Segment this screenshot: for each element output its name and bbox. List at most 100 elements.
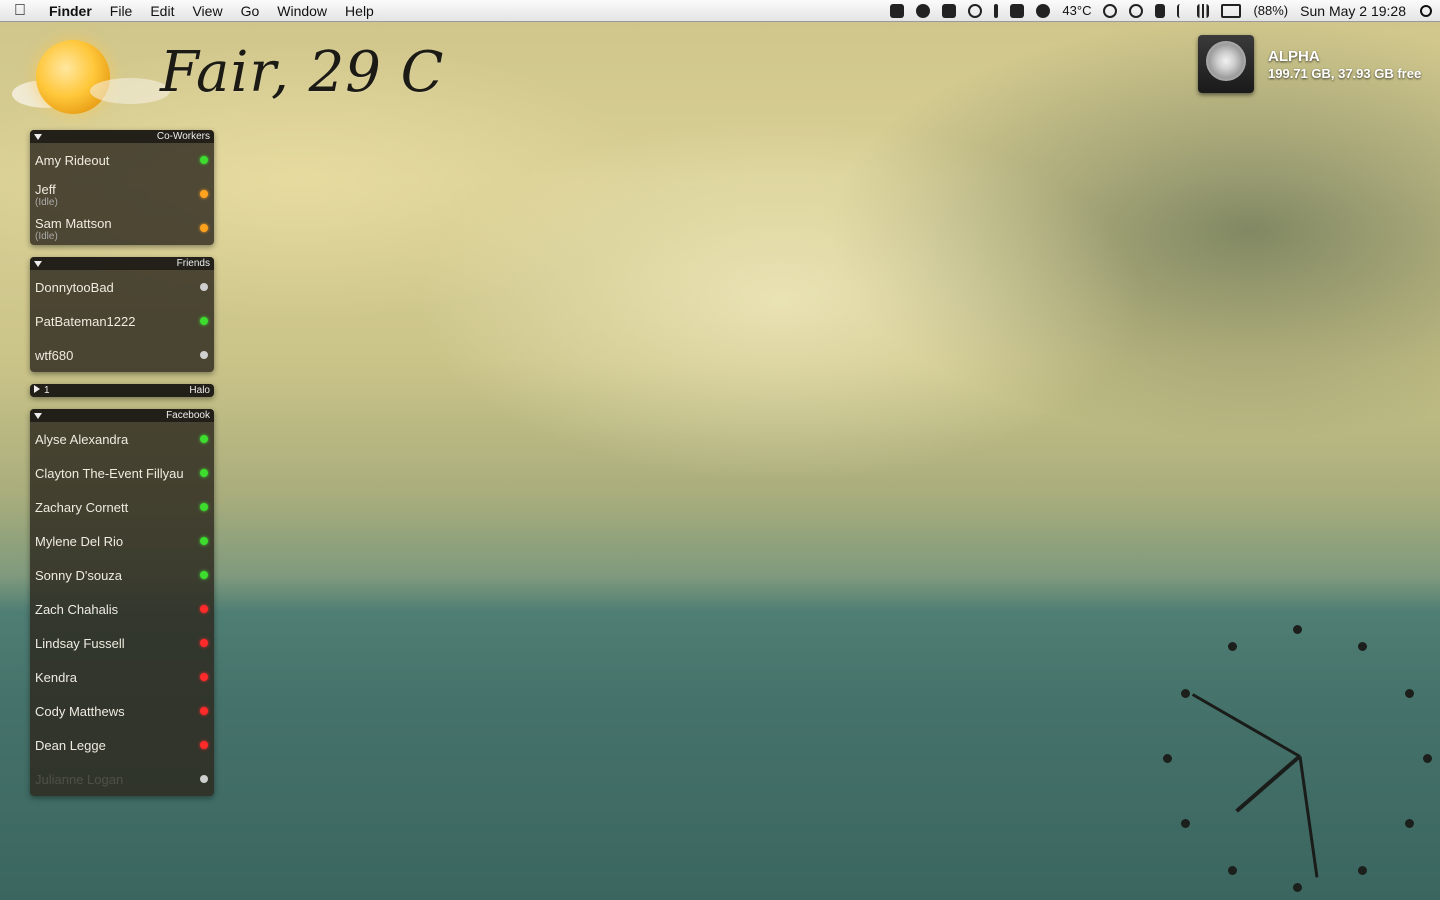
buddy-row[interactable]: Jeff (Idle)	[30, 177, 214, 211]
status-dot-available	[200, 435, 208, 443]
buddy-name: Zachary Cornett	[35, 500, 129, 515]
buddy-row[interactable]: PatBateman1222	[30, 304, 214, 338]
hour-marker	[1358, 642, 1367, 651]
status-dot-away	[200, 673, 208, 681]
menu-edit[interactable]: Edit	[141, 0, 183, 22]
menu-clock[interactable]: Sun May 2 19:28	[1300, 3, 1406, 19]
hour-marker	[1358, 866, 1367, 875]
disclosure-triangle-icon[interactable]	[34, 260, 42, 267]
group-header-friends[interactable]: Friends	[30, 257, 214, 270]
hour-marker	[1181, 819, 1190, 828]
buddy-name: Amy Rideout	[35, 153, 110, 168]
buddy-status-text: (Idle)	[35, 197, 58, 208]
buddy-row[interactable]: Kendra	[30, 660, 214, 694]
cloud-icon[interactable]	[1036, 3, 1051, 18]
group-count: 1	[44, 385, 50, 396]
menu-view[interactable]: View	[183, 0, 231, 22]
buddy-row[interactable]: wtf680	[30, 338, 214, 372]
status-dot-idle	[200, 190, 208, 198]
hour-marker	[1228, 642, 1237, 651]
hour-marker	[1293, 883, 1302, 892]
buddy-row[interactable]: Zach Chahalis	[30, 592, 214, 626]
weather-conditions: Fair, 29 C	[160, 40, 445, 105]
menu-bar-status: 43°C (88%) Sun May 2 19:28	[884, 0, 1440, 22]
group-title: Halo	[189, 385, 210, 396]
second-hand	[1298, 756, 1319, 878]
menu-window[interactable]: Window	[268, 0, 336, 22]
buddy-row[interactable]: Alyse Alexandra	[30, 422, 214, 456]
hour-marker	[1405, 819, 1414, 828]
status-dot-away	[200, 605, 208, 613]
status-dot-offline	[200, 775, 208, 783]
dropbox-icon[interactable]	[942, 3, 957, 18]
volume-icon[interactable]	[1155, 3, 1166, 18]
spotlight-icon[interactable]	[1420, 4, 1432, 17]
buddy-row[interactable]: Julianne Logan	[30, 762, 214, 796]
battery-icon[interactable]	[1221, 3, 1242, 18]
buddy-name: wtf680	[35, 348, 74, 363]
group-title: Facebook	[166, 410, 210, 421]
buddy-row[interactable]: Amy Rideout	[30, 143, 214, 177]
disclosure-triangle-icon[interactable]	[34, 385, 40, 393]
bluetooth-icon[interactable]	[1177, 3, 1185, 18]
status-dot-available	[200, 156, 208, 164]
menu-help[interactable]: Help	[336, 0, 383, 22]
buddy-name: Sam Mattson	[35, 216, 112, 231]
adium-icon[interactable]	[916, 3, 931, 18]
minute-hand	[1191, 693, 1301, 758]
menu-bar:  Finder File Edit View Go Window Help 4…	[0, 0, 1440, 22]
buddy-row[interactable]: DonnytooBad	[30, 270, 214, 304]
buddy-row[interactable]: Mylene Del Rio	[30, 524, 214, 558]
battery-percent[interactable]: (88%)	[1253, 3, 1288, 18]
menu-file[interactable]: File	[101, 0, 142, 22]
package-icon[interactable]	[1010, 3, 1025, 18]
sun-icon	[36, 40, 110, 114]
buddy-name: Dean Legge	[35, 738, 106, 753]
buddy-name: Lindsay Fussell	[35, 636, 125, 651]
buddy-row[interactable]: Cody Matthews	[30, 694, 214, 728]
cloud-puff	[90, 78, 170, 104]
time-machine-icon[interactable]	[1129, 3, 1144, 18]
buddy-name: Alyse Alexandra	[35, 432, 129, 447]
buddy-row[interactable]: Sam Mattson (Idle)	[30, 211, 214, 245]
hour-marker	[1405, 689, 1414, 698]
group-title: Friends	[176, 258, 210, 269]
buddy-row[interactable]: Sonny D'souza	[30, 558, 214, 592]
status-dot-away	[200, 639, 208, 647]
group-header-coworkers[interactable]: Co-Workers	[30, 130, 214, 143]
disclosure-triangle-icon[interactable]	[34, 133, 42, 140]
status-dot-away	[200, 707, 208, 715]
apple-icon[interactable]: 	[0, 2, 40, 20]
buddy-row[interactable]: Dean Legge	[30, 728, 214, 762]
hour-marker	[1293, 625, 1302, 634]
group-header-facebook[interactable]: Facebook	[30, 409, 214, 422]
status-dot-offline	[200, 283, 208, 291]
signal-icon[interactable]	[1197, 3, 1210, 18]
buddy-name: Sonny D'souza	[35, 568, 123, 583]
buddy-group-friends: Friends DonnytooBad PatBateman1222 wtf68…	[30, 257, 214, 372]
buddy-row[interactable]: Clayton The-Event Fillyau	[30, 456, 214, 490]
alarm-clock-icon[interactable]	[968, 3, 983, 18]
app-status-icon[interactable]	[890, 3, 905, 18]
hour-marker	[1228, 866, 1237, 875]
sync-icon[interactable]	[1103, 3, 1118, 18]
buddy-row[interactable]: Zachary Cornett	[30, 490, 214, 524]
buddy-group-halo: 1 Halo	[30, 384, 214, 397]
buddy-name: DonnytooBad	[35, 280, 114, 295]
buddy-name: PatBateman1222	[35, 314, 136, 329]
buddy-name: Zach Chahalis	[35, 602, 119, 617]
group-header-halo[interactable]: 1 Halo	[30, 384, 214, 397]
buddy-name: Kendra	[35, 670, 77, 685]
wrench-icon[interactable]	[994, 3, 999, 18]
group-title: Co-Workers	[156, 131, 210, 142]
disclosure-triangle-icon[interactable]	[34, 412, 42, 419]
buddy-name: Julianne Logan	[35, 772, 124, 787]
menu-go[interactable]: Go	[232, 0, 269, 22]
buddy-row[interactable]: Lindsay Fussell	[30, 626, 214, 660]
temperature-readout[interactable]: 43°C	[1062, 3, 1091, 18]
disk-space: 199.71 GB, 37.93 GB free	[1268, 66, 1422, 81]
buddy-name: Jeff	[35, 182, 56, 197]
buddy-name: Clayton The-Event Fillyau	[35, 466, 184, 481]
hard-drive-icon[interactable]	[1198, 35, 1254, 93]
menu-finder[interactable]: Finder	[40, 0, 101, 22]
